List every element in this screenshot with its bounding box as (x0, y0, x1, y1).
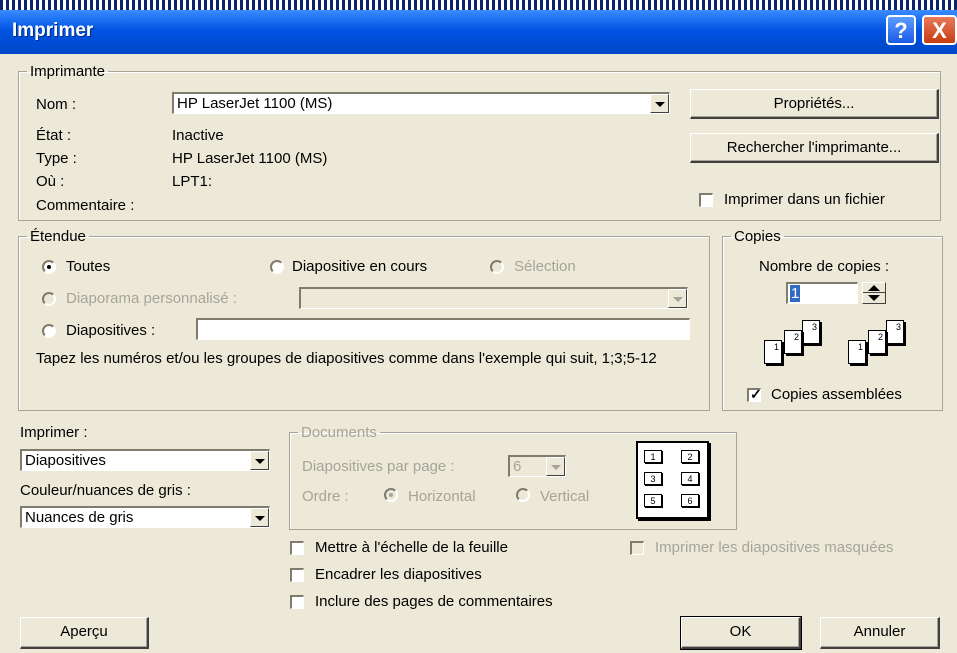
handout-cell: 5 (644, 494, 662, 507)
order-horizontal-radio (384, 488, 398, 502)
handout-cell: 6 (681, 494, 699, 507)
handout-layout-icon: 1 2 3 4 5 6 (636, 441, 709, 519)
printer-name-value: HP LaserJet 1100 (MS) (177, 95, 333, 112)
copies-count-label: Nombre de copies : (759, 258, 890, 275)
print-hidden-slides-checkbox (630, 541, 644, 555)
slides-per-page-value: 6 (513, 458, 522, 475)
chevron-down-icon[interactable] (650, 94, 669, 113)
range-slides-radio[interactable] (42, 324, 56, 338)
print-hidden-slides-label: Imprimer les diapositives masquées (655, 539, 894, 556)
chevron-down-icon (668, 289, 687, 308)
preview-button[interactable]: Aperçu (20, 617, 149, 649)
documents-group-legend: Documents (301, 424, 377, 441)
range-current-slide-radio[interactable] (270, 260, 284, 274)
printer-name-dropdown[interactable]: HP LaserJet 1100 (MS) (172, 92, 670, 114)
range-custom-show-label: Diaporama personnalisé : (66, 290, 237, 307)
handout-cell: 3 (644, 472, 662, 485)
help-icon[interactable]: ? (886, 15, 916, 45)
frame-slides-checkbox[interactable] (290, 568, 304, 582)
collate-page-3: 3 (802, 320, 820, 344)
collate-page-1: 1 (764, 340, 782, 364)
print-what-dropdown[interactable]: Diapositives (20, 449, 270, 471)
spin-divider (863, 292, 885, 293)
printer-name-label: Nom : (36, 96, 77, 113)
custom-show-dropdown (299, 287, 688, 309)
copies-group-legend: Copies (734, 228, 781, 245)
range-slides-label: Diapositives : (66, 322, 156, 339)
range-all-label: Toutes (66, 258, 111, 275)
collate-checkbox[interactable]: ✓ (747, 386, 762, 402)
print-to-file-checkbox[interactable] (699, 193, 713, 207)
copies-count-value: 1 (790, 285, 801, 302)
print-what-value: Diapositives (25, 452, 106, 469)
cancel-button[interactable]: Annuler (820, 617, 940, 649)
spin-down-icon[interactable] (868, 295, 880, 301)
order-vertical-label: Vertical (540, 488, 590, 505)
slides-per-page-dropdown: 6 (508, 455, 566, 477)
chevron-down-icon (546, 457, 565, 476)
collate-icon: 3 2 1 (762, 316, 832, 371)
handout-cell: 4 (681, 472, 699, 485)
printer-where-label: Où : (36, 173, 65, 190)
include-notes-label: Inclure des pages de commentaires (315, 593, 553, 610)
slides-input[interactable] (196, 318, 690, 340)
printer-group-legend: Imprimante (30, 63, 106, 80)
close-icon[interactable]: X (922, 15, 957, 45)
printer-state-value: Inactive (172, 127, 224, 144)
scale-to-fit-checkbox[interactable] (290, 541, 304, 555)
copies-count-input[interactable]: 1 (786, 282, 858, 304)
color-label: Couleur/nuances de gris : (20, 482, 191, 499)
order-horizontal-label: Horizontal (408, 488, 476, 505)
collate-page-2: 2 (784, 330, 802, 354)
print-what-label: Imprimer : (20, 424, 88, 441)
color-dropdown[interactable]: Nuances de gris (20, 506, 270, 528)
handout-cell: 2 (681, 450, 699, 463)
chevron-down-icon[interactable] (250, 508, 269, 527)
window-title: Imprimer (12, 20, 94, 41)
order-vertical-radio (516, 488, 530, 502)
check-icon: ✓ (750, 386, 762, 402)
printer-where-value: LPT1: (172, 173, 213, 190)
range-all-radio[interactable] (42, 260, 56, 274)
range-group-legend: Étendue (30, 228, 86, 245)
printer-comment-label: Commentaire : (36, 197, 135, 214)
handout-cell: 1 (644, 450, 662, 463)
copies-spinner[interactable] (862, 282, 886, 304)
properties-button[interactable]: Propriétés... (690, 89, 939, 119)
include-notes-checkbox[interactable] (290, 595, 304, 609)
slides-per-page-label: Diapositives par page : (302, 458, 455, 475)
background-strip (0, 0, 957, 10)
printer-type-value: HP LaserJet 1100 (MS) (172, 150, 328, 167)
collate-label: Copies assemblées (771, 386, 902, 403)
frame-slides-label: Encadrer les diapositives (315, 566, 482, 583)
scale-to-fit-label: Mettre à l'échelle de la feuille (315, 539, 508, 556)
range-selection-radio (490, 260, 504, 274)
range-custom-show-radio (42, 292, 56, 306)
order-label: Ordre : (302, 488, 349, 505)
range-current-slide-label: Diapositive en cours (292, 258, 428, 275)
collate-page-3: 3 (886, 320, 904, 344)
ok-button[interactable]: OK (680, 616, 802, 650)
print-to-file-label: Imprimer dans un fichier (724, 191, 885, 208)
chevron-down-icon[interactable] (250, 451, 269, 470)
collate-icon: 3 2 1 (846, 316, 916, 371)
spin-up-icon[interactable] (868, 285, 880, 291)
collate-page-2: 2 (868, 330, 886, 354)
color-value: Nuances de gris (25, 509, 134, 526)
printer-state-label: État : (36, 127, 72, 144)
collate-page-1: 1 (848, 340, 866, 364)
find-printer-button[interactable]: Rechercher l'imprimante... (690, 133, 939, 163)
range-selection-label: Sélection (514, 258, 576, 275)
range-hint: Tapez les numéros et/ou les groupes de d… (36, 350, 657, 367)
printer-type-label: Type : (36, 150, 77, 167)
title-bar (0, 10, 957, 54)
